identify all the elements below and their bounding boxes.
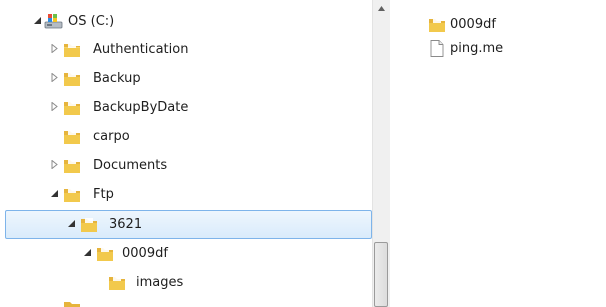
expanded-arrow-icon[interactable] bbox=[51, 189, 59, 198]
expanded-arrow-icon[interactable] bbox=[84, 248, 92, 257]
tree-item-os-c[interactable]: OS (C:) bbox=[0, 7, 372, 36]
collapsed-arrow-icon[interactable] bbox=[51, 44, 59, 53]
expanded-arrow-icon[interactable] bbox=[34, 16, 42, 25]
tree-item-0009df[interactable]: 0009df bbox=[0, 239, 372, 268]
tree-item-documents[interactable]: Documents bbox=[0, 151, 372, 180]
file-item-0009df[interactable]: 0009df bbox=[390, 13, 590, 37]
drive-icon bbox=[44, 14, 63, 29]
folder-icon bbox=[64, 43, 80, 57]
folder-icon bbox=[81, 218, 97, 232]
tree-scrollbar[interactable] bbox=[372, 0, 390, 307]
collapsed-arrow-icon[interactable] bbox=[51, 160, 59, 169]
folder-icon bbox=[109, 276, 125, 290]
file-item-label: 0009df bbox=[450, 17, 496, 32]
document-icon bbox=[430, 40, 444, 57]
collapsed-arrow-icon[interactable] bbox=[51, 73, 59, 82]
tree-item-backupbydate[interactable]: BackupByDate bbox=[0, 93, 372, 122]
tree-item-label: 3621 bbox=[109, 217, 143, 232]
tree-item-backup[interactable]: Backup bbox=[0, 64, 372, 93]
folder-icon bbox=[97, 247, 113, 261]
scroll-up-arrow-icon[interactable] bbox=[373, 0, 390, 17]
folder-icon bbox=[64, 101, 80, 115]
expanded-arrow-icon[interactable] bbox=[68, 219, 76, 228]
tree-item-ftp[interactable]: Ftp bbox=[0, 180, 372, 209]
folder-icon bbox=[64, 159, 80, 173]
tree-item-label: OS (C:) bbox=[68, 14, 115, 29]
tree-item-authentication[interactable]: Authentication bbox=[0, 35, 372, 64]
tree-item-label: 0009df bbox=[122, 246, 168, 261]
scrollbar-thumb[interactable] bbox=[374, 242, 388, 307]
file-item-label: ping.me bbox=[450, 41, 504, 56]
folder-icon bbox=[64, 130, 80, 144]
tree-item-label: images bbox=[136, 275, 184, 290]
tree-item-images[interactable]: images bbox=[0, 268, 372, 297]
tree-item-label: BackupByDate bbox=[93, 100, 189, 115]
tree-item-carpo[interactable]: carpo bbox=[0, 122, 372, 151]
folder-icon bbox=[429, 18, 445, 32]
tree-item-label: Ftp bbox=[93, 187, 114, 202]
tree-item-label: Backup bbox=[93, 71, 141, 86]
collapsed-arrow-icon[interactable] bbox=[51, 102, 59, 111]
tree-item-label: Documents bbox=[93, 158, 168, 173]
file-item-ping-me[interactable]: ping.me bbox=[390, 37, 590, 61]
tree-item-label: carpo bbox=[93, 129, 130, 144]
folder-icon bbox=[64, 72, 80, 86]
tree-item-label: Authentication bbox=[93, 42, 189, 57]
tree-item-3621[interactable]: 3621 bbox=[5, 210, 372, 239]
navigation-tree: OS (C:) Authentication Backup BackupByDa… bbox=[0, 0, 372, 307]
folder-icon bbox=[64, 302, 80, 307]
file-list: 0009df ping.me bbox=[390, 0, 606, 307]
folder-icon bbox=[64, 188, 80, 202]
